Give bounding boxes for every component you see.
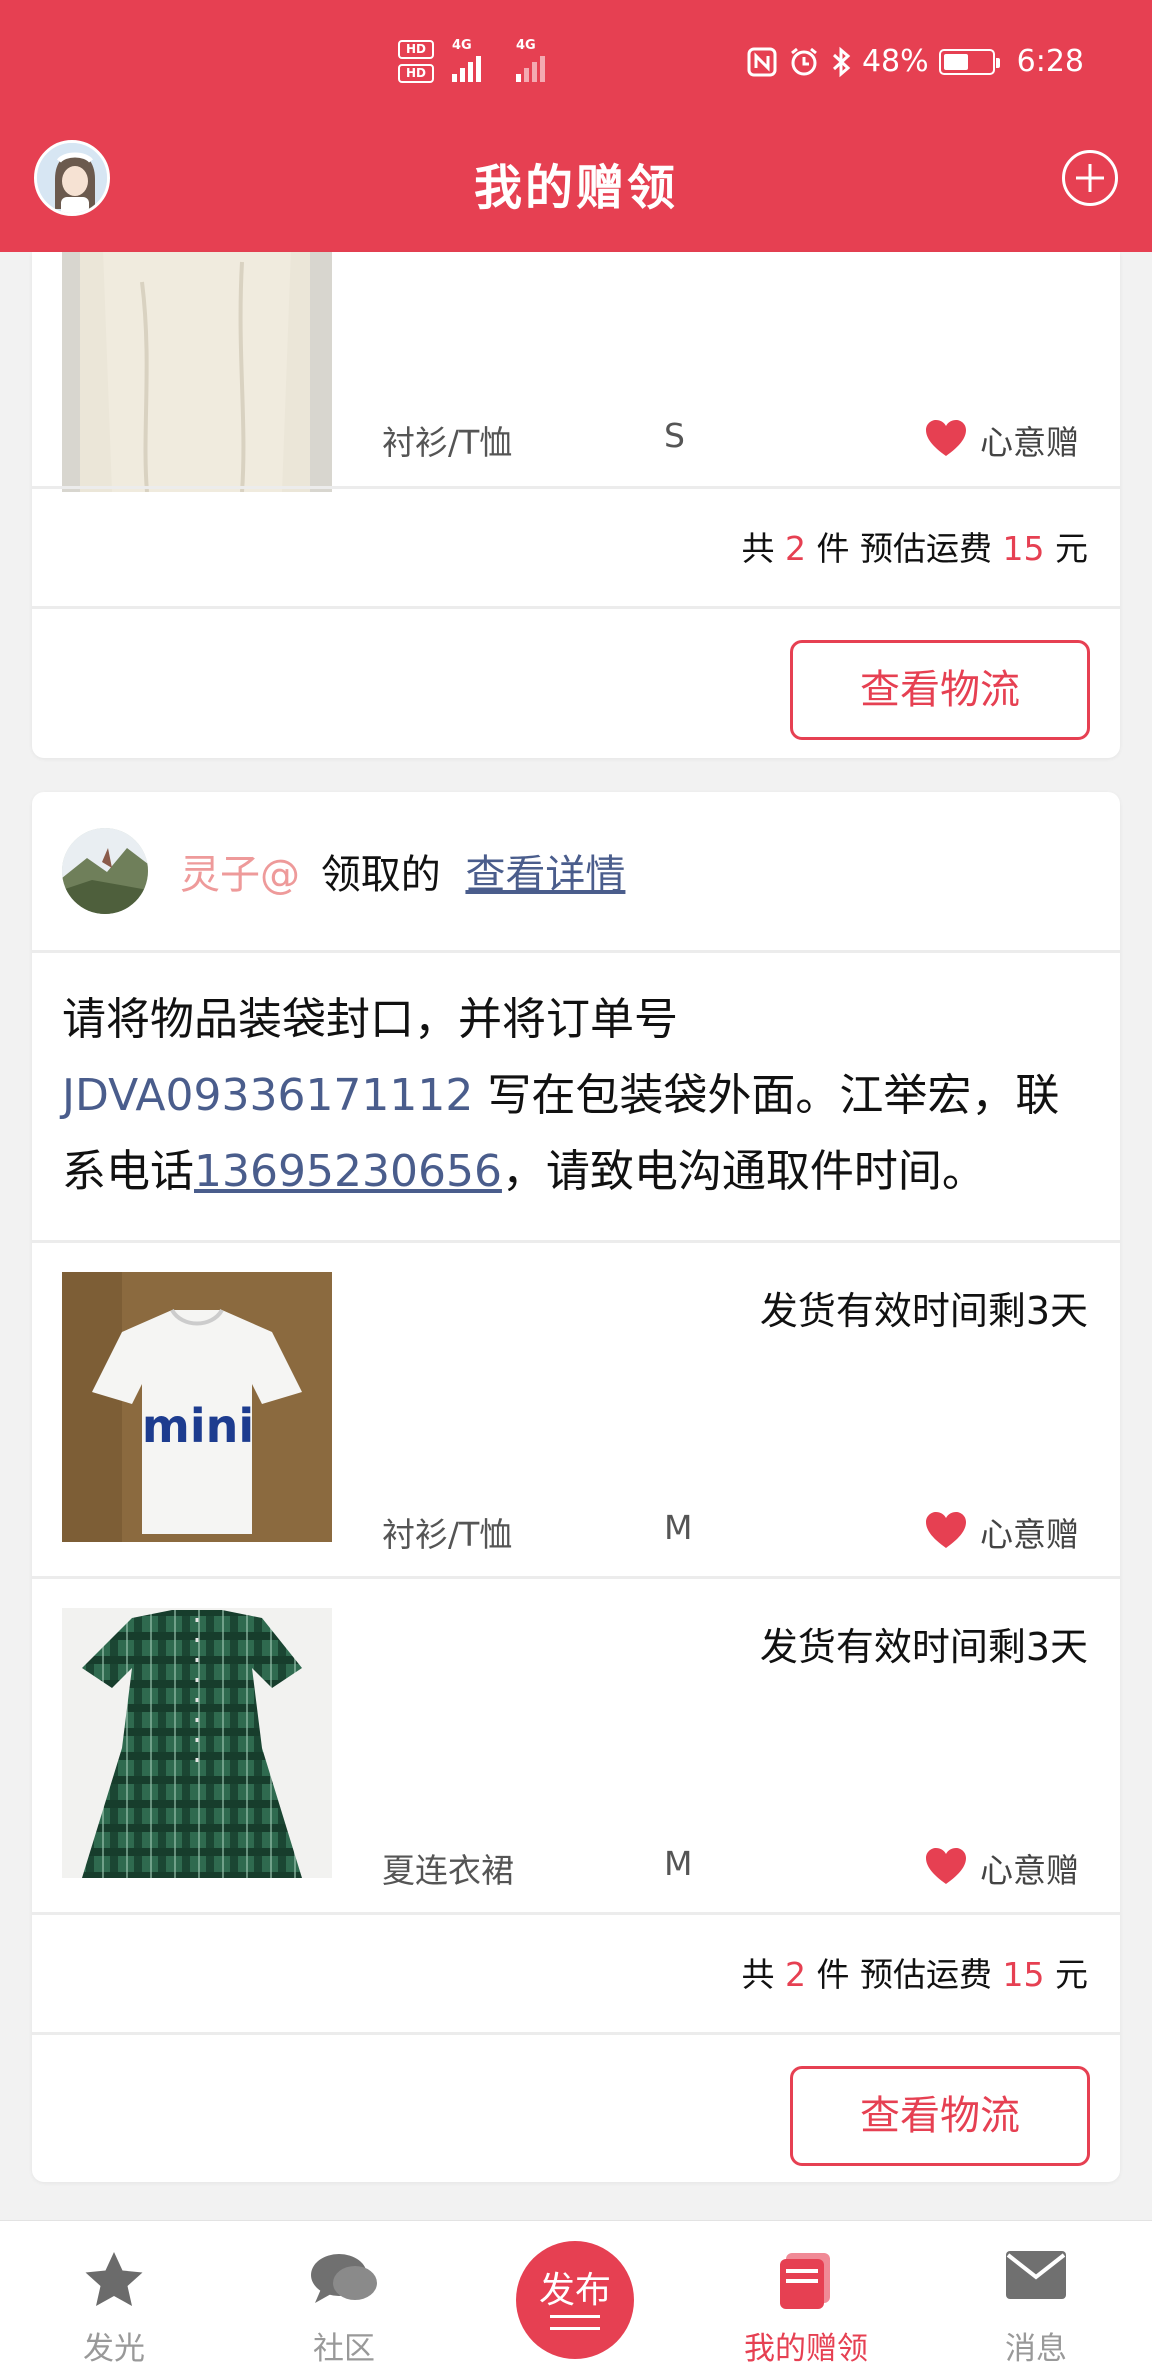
order-card-2: 灵子@ 领取的 查看详情 请将物品装袋封口，并将订单号 JDVA09336171… (32, 792, 1120, 2182)
divider (32, 486, 1120, 489)
tab-faguang[interactable]: 发光 (34, 2221, 194, 2376)
bluetooth-icon (832, 46, 851, 77)
gift-type-label: 心意赠 (980, 423, 1079, 462)
hd-badge-1: HD (398, 40, 434, 59)
page-title: 我的赠领 (473, 160, 678, 216)
view-logistics-button[interactable]: 查看物流 (790, 640, 1090, 740)
envelope-icon (1006, 2251, 1066, 2299)
divider (32, 1576, 1120, 1579)
divider (32, 2032, 1120, 2035)
item-category: 衬衫/T恤 (382, 1515, 513, 1554)
status-right: 48% 6:28 (746, 44, 1084, 79)
gift-box-icon (780, 2253, 830, 2309)
nfc-icon (747, 47, 777, 76)
claim-info: 灵子@ 领取的 查看详情 (180, 842, 625, 900)
clock: 6:28 (1016, 44, 1084, 79)
tab-label: 我的赠领 (744, 2331, 868, 2367)
divider (32, 1240, 1120, 1243)
item-size: S (664, 416, 685, 455)
item-category: 夏连衣裙 (382, 1851, 514, 1890)
hd-badge-2: HD (398, 64, 434, 83)
ship-deadline: 发货有效时间剩3天 (759, 1625, 1088, 1669)
star-icon (85, 2252, 143, 2306)
tab-community[interactable]: 社区 (264, 2221, 424, 2376)
divider (32, 950, 1120, 953)
signal-indicators: HD HD 4G 4G (398, 38, 568, 88)
item-thumbnail-dress[interactable] (62, 1608, 332, 1878)
item-category: 衬衫/T恤 (382, 423, 513, 462)
gift-type-label: 心意赠 (980, 1851, 1079, 1890)
top-header: HD HD 4G 4G 48% 6:28 我的赠领 (0, 0, 1152, 252)
status-bar: HD HD 4G 4G 48% 6:28 (0, 38, 1152, 84)
tab-messages[interactable]: 消息 (956, 2221, 1116, 2376)
item-thumbnail-tshirt[interactable]: mini (62, 1272, 332, 1542)
claimed-text: 领取的 (320, 852, 441, 898)
tab-label: 社区 (313, 2331, 375, 2367)
chat-bubbles-icon (311, 2254, 377, 2303)
view-details-link[interactable]: 查看详情 (465, 852, 625, 898)
signal-2-icon (516, 47, 548, 82)
bottom-nav: 发光 社区 发布 我的赠领 消息 (0, 2220, 1152, 2376)
svg-text:mini: mini (142, 1399, 254, 1453)
battery-icon (938, 48, 1000, 75)
heart-icon (926, 420, 966, 456)
view-logistics-button[interactable]: 查看物流 (790, 2066, 1090, 2166)
publish-button[interactable]: 发布 (516, 2241, 634, 2359)
order-summary: 共 2 件 预估运费 15 元 (741, 1955, 1089, 1994)
tab-my-gifts[interactable]: 我的赠领 (726, 2221, 886, 2376)
signal-1-icon (452, 47, 484, 82)
claimer-avatar[interactable] (62, 828, 148, 914)
heart-icon (926, 1512, 966, 1548)
claimer-name[interactable]: 灵子@ (180, 852, 300, 898)
order-number: JDVA09336171112 (62, 1070, 474, 1121)
publish-icon (550, 2315, 600, 2318)
order-summary: 共 2 件 预估运费 15 元 (741, 529, 1089, 568)
title-bar: 我的赠领 (0, 140, 1152, 220)
divider (32, 606, 1120, 609)
add-button[interactable] (1062, 150, 1118, 206)
alarm-icon (791, 47, 817, 75)
tab-label: 发光 (83, 2331, 145, 2367)
heart-icon (926, 1848, 966, 1884)
tab-label: 消息 (1005, 2331, 1067, 2367)
item-thumbnail-shirt[interactable] (62, 252, 332, 492)
gift-type-label: 心意赠 (980, 1515, 1079, 1554)
item-size: M (664, 1508, 693, 1547)
divider (32, 1912, 1120, 1915)
phone-link[interactable]: 13695230656 (194, 1146, 502, 1197)
shipping-instruction: 请将物品装袋封口，并将订单号 JDVA09336171112 写在包装袋外面。江… (62, 994, 1060, 1197)
ship-deadline: 发货有效时间剩3天 (759, 1289, 1088, 1333)
item-size: M (664, 1844, 693, 1883)
order-card-1: 衬衫/T恤 S 心意赠 共 2 件 预估运费 15 元 查看物流 (32, 252, 1120, 758)
publish-label: 发布 (538, 2270, 611, 2311)
battery-percent: 48% (861, 44, 929, 79)
